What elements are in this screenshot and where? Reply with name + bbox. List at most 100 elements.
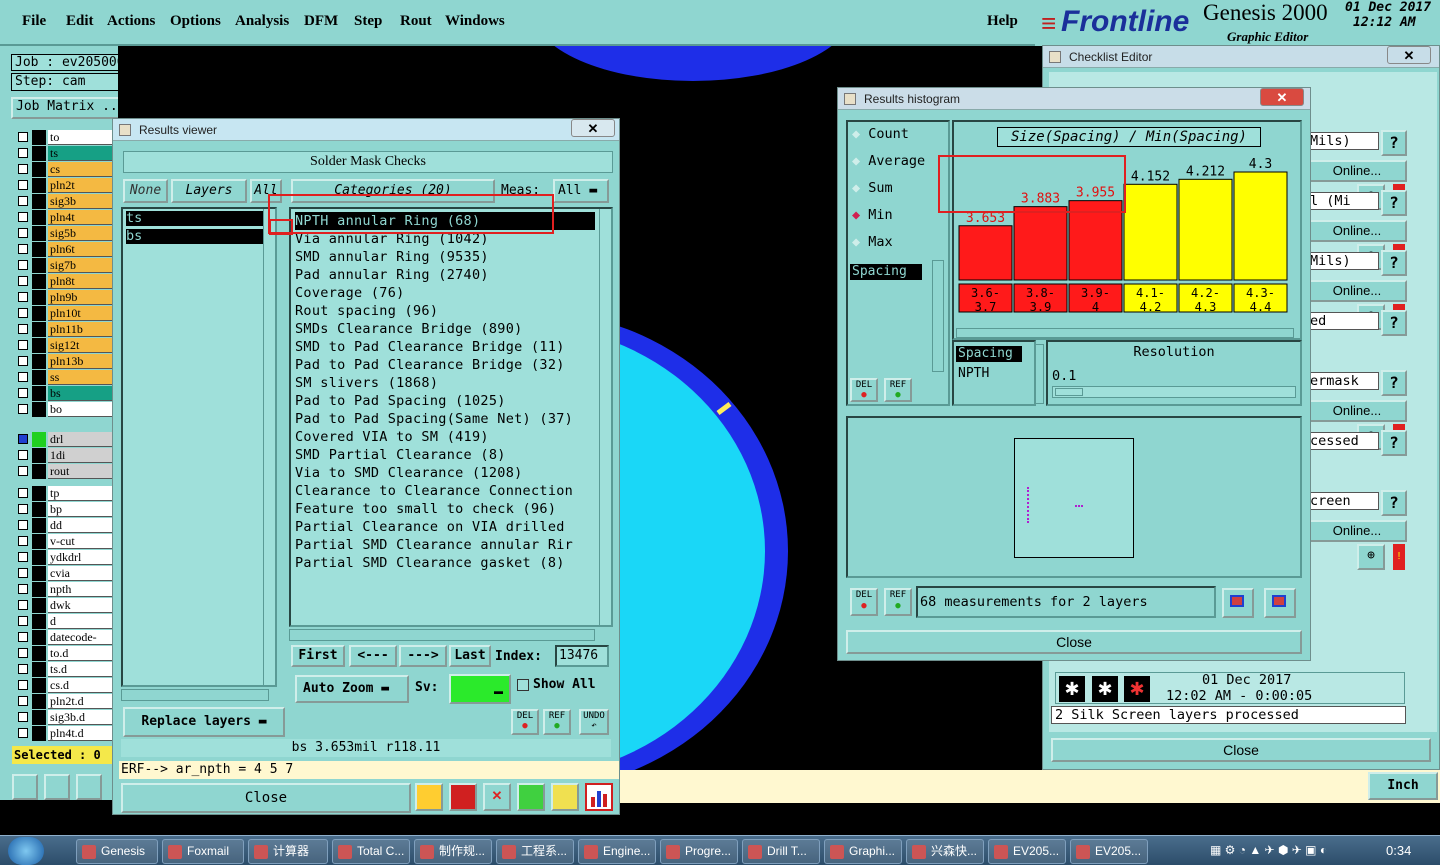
checklist-close-button[interactable]: Close xyxy=(1051,738,1431,762)
help-question-icon[interactable]: ? xyxy=(1381,370,1407,396)
layer-checkbox[interactable] xyxy=(18,488,28,498)
layer-list-box[interactable]: ts bs xyxy=(121,207,277,687)
layer-checkbox[interactable] xyxy=(18,388,28,398)
layer-row[interactable]: pln2t.d xyxy=(14,694,112,709)
checklist-close-icon[interactable]: ✕ xyxy=(1387,46,1431,64)
layer-name[interactable]: bo xyxy=(48,402,112,417)
layer-color-swatch[interactable] xyxy=(32,274,46,289)
menu-options[interactable]: Options xyxy=(170,13,221,30)
layer-checkbox[interactable] xyxy=(18,340,28,350)
layer-list-hscroll[interactable] xyxy=(121,689,269,701)
category-item[interactable]: Coverage (76) xyxy=(295,284,595,302)
spacing-value-scroll[interactable] xyxy=(1034,344,1044,404)
layer-name[interactable]: drl xyxy=(48,432,112,447)
layers-button[interactable]: Layers xyxy=(171,179,247,203)
layer-name[interactable]: dwk xyxy=(48,598,112,613)
category-item[interactable]: SM slivers (1868) xyxy=(295,374,595,392)
layer-list-scrollbar[interactable] xyxy=(263,209,275,685)
help-question-icon[interactable]: ? xyxy=(1381,310,1407,336)
menu-dfm[interactable]: DFM xyxy=(304,13,338,30)
layer-name[interactable]: pln4t xyxy=(48,210,112,225)
layer-name[interactable]: pln2t xyxy=(48,178,112,193)
layer-color-swatch[interactable] xyxy=(32,502,46,517)
category-item[interactable]: Partial SMD Clearance annular Rir xyxy=(295,536,595,554)
layer-name[interactable]: pln13b xyxy=(48,354,112,369)
stat-option-max[interactable]: ◆ Max xyxy=(852,234,893,250)
layer-row[interactable]: sig3b.d xyxy=(14,710,112,725)
layer-name[interactable]: datecode- xyxy=(48,630,112,645)
categories-list-box[interactable]: NPTH annular Ring (68) Via annular Ring (… xyxy=(289,207,613,627)
taskbar-item[interactable]: Genesis xyxy=(76,839,158,864)
delete-x-icon[interactable]: ✕ xyxy=(483,783,511,811)
layer-name[interactable]: cs xyxy=(48,162,112,177)
category-item[interactable]: Via to SMD Clearance (1208) xyxy=(295,464,595,482)
radio-diamond-icon[interactable]: ◆ xyxy=(852,153,868,169)
layer-color-swatch[interactable] xyxy=(32,338,46,353)
layer-name[interactable]: pln8t xyxy=(48,274,112,289)
layer-checkbox[interactable] xyxy=(18,260,28,270)
layer-row[interactable]: pln10t xyxy=(14,306,112,321)
layer-name[interactable]: v-cut xyxy=(48,534,112,549)
radio-diamond-icon[interactable]: ◆ xyxy=(852,207,868,223)
layer-row[interactable]: ydkdrl xyxy=(14,550,112,565)
layer-color-swatch[interactable] xyxy=(32,662,46,677)
layer-row[interactable]: sig5b xyxy=(14,226,112,241)
layer-name[interactable]: sig3b xyxy=(48,194,112,209)
layer-row[interactable]: d xyxy=(14,614,112,629)
replace-layers-button[interactable]: Replace layers ▬ xyxy=(123,707,285,737)
layer-checkbox[interactable] xyxy=(18,324,28,334)
layer-row[interactable]: to xyxy=(14,130,112,145)
layer-row[interactable]: pln4t xyxy=(14,210,112,225)
layer-row[interactable]: sig7b xyxy=(14,258,112,273)
layer-checkbox[interactable] xyxy=(18,728,28,738)
notes-icon[interactable] xyxy=(551,783,579,811)
layer-name[interactable]: ts xyxy=(48,146,112,161)
category-item[interactable]: Pad to Pad Spacing (1025) xyxy=(295,392,595,410)
layer-color-swatch[interactable] xyxy=(32,534,46,549)
histo-ref-button-top[interactable]: REF ● xyxy=(884,378,912,402)
category-item[interactable]: Partial Clearance on VIA drilled xyxy=(295,518,595,536)
layer-row[interactable]: drl xyxy=(14,432,112,447)
online-button[interactable]: Online... xyxy=(1307,220,1407,242)
toolbar-icon-2[interactable] xyxy=(449,783,477,811)
layer-name[interactable]: pln9b xyxy=(48,290,112,305)
layer-name[interactable]: dd xyxy=(48,518,112,533)
layer-checkbox[interactable] xyxy=(18,372,28,382)
first-button[interactable]: First xyxy=(291,645,345,667)
layer-color-swatch[interactable] xyxy=(32,194,46,209)
layer-row[interactable]: pln9b xyxy=(14,290,112,305)
toolbar-icon-1[interactable] xyxy=(415,783,443,811)
layer-name[interactable]: d xyxy=(48,614,112,629)
taskbar-item[interactable]: EV205... xyxy=(988,839,1066,864)
category-item[interactable]: SMDs Clearance Bridge (890) xyxy=(295,320,595,338)
layer-row[interactable]: pln8t xyxy=(14,274,112,289)
layer-name[interactable]: npth xyxy=(48,582,112,597)
histogram-close-icon[interactable]: ✕ xyxy=(1260,88,1304,106)
layer-name[interactable]: ydkdrl xyxy=(48,550,112,565)
online-button[interactable]: Online... xyxy=(1307,160,1407,182)
layer-name[interactable]: cvia xyxy=(48,566,112,581)
layer-checkbox[interactable] xyxy=(18,504,28,514)
category-item[interactable]: Covered VIA to SM (419) xyxy=(295,428,595,446)
layer-name[interactable]: rout xyxy=(48,464,112,479)
layer-color-swatch[interactable] xyxy=(32,518,46,533)
undo-button[interactable]: UNDO ↶ xyxy=(579,709,609,735)
categories-hscroll[interactable] xyxy=(289,629,595,641)
layer-color-swatch[interactable] xyxy=(32,646,46,661)
layer-checkbox[interactable] xyxy=(18,466,28,476)
start-button[interactable] xyxy=(8,837,44,865)
layer-color-swatch[interactable] xyxy=(32,162,46,177)
layer-color-swatch[interactable] xyxy=(32,402,46,417)
layer-row[interactable]: tp xyxy=(14,486,112,501)
layer-row[interactable]: bp xyxy=(14,502,112,517)
layer-name[interactable]: to.d xyxy=(48,646,112,661)
layer-name[interactable]: pln10t xyxy=(48,306,112,321)
category-item[interactable]: Pad to Pad Clearance Bridge (32) xyxy=(295,356,595,374)
layer-color-swatch[interactable] xyxy=(32,178,46,193)
layer-color-swatch[interactable] xyxy=(32,464,46,479)
layer-row[interactable]: sig12t xyxy=(14,338,112,353)
runner-icon-3[interactable]: ✱ xyxy=(1124,676,1150,702)
taskbar-item[interactable]: Drill T... xyxy=(742,839,820,864)
layer-name[interactable]: pln2t.d xyxy=(48,694,112,709)
online-button[interactable]: Online... xyxy=(1307,280,1407,302)
